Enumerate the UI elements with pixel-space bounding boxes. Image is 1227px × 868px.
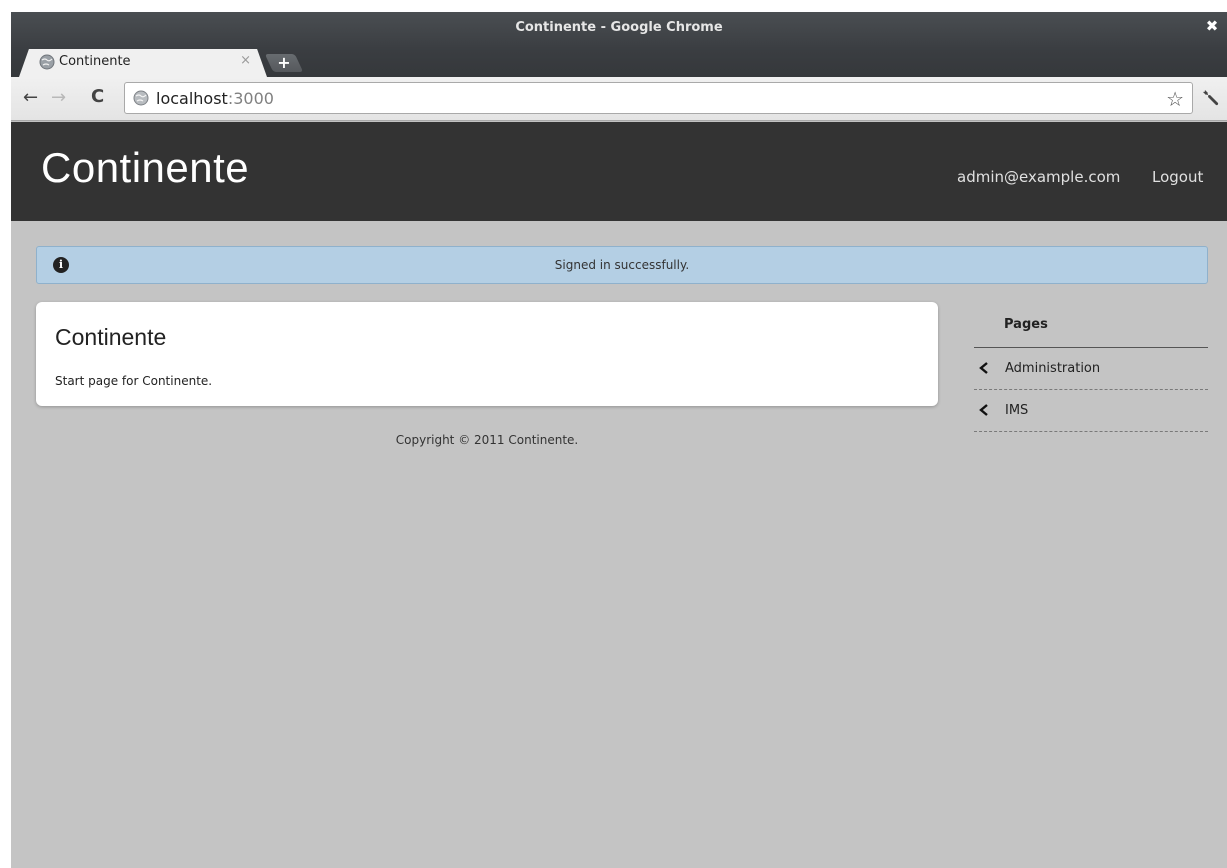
sidebar-item-label: IMS bbox=[1005, 403, 1029, 418]
sidebar-item-label: Administration bbox=[1005, 361, 1101, 376]
content-card: Continente Start page for Continente. bbox=[36, 302, 938, 406]
bookmark-star-icon[interactable]: ☆ bbox=[1166, 87, 1184, 111]
title-bar: Continente - Google Chrome ✖ Continente … bbox=[11, 12, 1227, 77]
reload-icon[interactable]: C bbox=[91, 86, 104, 107]
tab-title: Continente bbox=[59, 54, 131, 69]
forward-arrow-icon[interactable]: → bbox=[51, 87, 66, 108]
url-port: :3000 bbox=[227, 89, 274, 108]
copyright-footer: Copyright © 2011 Continente. bbox=[395, 433, 579, 447]
browser-toolbar: ← → C localhost:3000 ☆ bbox=[11, 77, 1227, 121]
chevron-left-icon bbox=[979, 404, 988, 416]
page-description: Start page for Continente. bbox=[55, 374, 213, 388]
browser-tab[interactable]: Continente × bbox=[19, 49, 267, 77]
chevron-left-icon bbox=[979, 362, 988, 374]
user-email-link[interactable]: admin@example.com bbox=[957, 168, 1120, 186]
address-url: localhost:3000 bbox=[156, 89, 274, 108]
sidebar-item-administration[interactable]: Administration bbox=[974, 348, 1208, 390]
flash-notice: i Signed in successfully. bbox=[36, 246, 1208, 284]
globe-icon bbox=[133, 90, 149, 106]
page-title: Continente bbox=[55, 324, 167, 350]
globe-icon bbox=[39, 54, 55, 70]
url-host: localhost bbox=[156, 89, 228, 108]
window-title: Continente - Google Chrome bbox=[515, 20, 723, 35]
sidebar-heading: Pages bbox=[974, 312, 1208, 348]
back-arrow-icon[interactable]: ← bbox=[23, 87, 38, 108]
close-window-icon[interactable]: ✖ bbox=[1201, 15, 1223, 37]
sidebar-item-ims[interactable]: IMS bbox=[974, 390, 1208, 432]
site-brand[interactable]: Continente bbox=[41, 144, 249, 192]
wrench-icon[interactable] bbox=[1201, 87, 1221, 107]
address-bar[interactable]: localhost:3000 ☆ bbox=[124, 82, 1193, 114]
new-tab-button[interactable]: + bbox=[264, 53, 304, 72]
site-header: Continente admin@example.com Logout bbox=[11, 122, 1227, 221]
flash-message: Signed in successfully. bbox=[554, 258, 690, 272]
plus-icon: + bbox=[277, 53, 291, 72]
browser-window: Continente - Google Chrome ✖ Continente … bbox=[11, 12, 1227, 868]
pages-sidebar: Pages Administration IMS bbox=[974, 312, 1208, 432]
logout-link[interactable]: Logout bbox=[1152, 168, 1203, 186]
tab-close-icon[interactable]: × bbox=[240, 53, 251, 68]
web-page: Continente admin@example.com Logout i Si… bbox=[11, 122, 1227, 868]
